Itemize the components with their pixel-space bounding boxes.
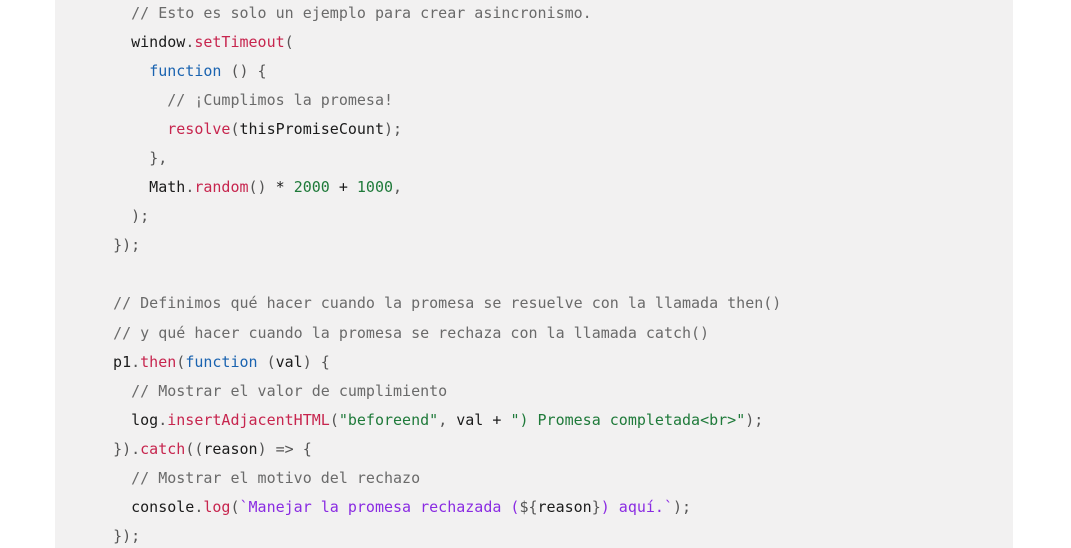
code-token-punct: ); (384, 119, 403, 138)
code-token-punct: ( (230, 498, 240, 517)
code-token-punct: }); (113, 527, 141, 546)
code-line: // Definimos qué hacer cuando la promesa… (95, 289, 781, 318)
code-line: }); (95, 522, 781, 548)
code-token-comment: // Mostrar el valor de cumplimiento (131, 381, 448, 400)
code-line: resolve(thisPromiseCount); (95, 115, 781, 144)
code-token-punct: } (591, 498, 601, 517)
code-token-punct: ( (266, 352, 276, 371)
code-token-punct: ( (329, 410, 339, 429)
code-token-plain: thisPromiseCount (239, 119, 385, 138)
code-token-function: insertAdjacentHTML (167, 410, 330, 429)
code-token-punct: , (393, 178, 403, 197)
code-token-punct: () { (230, 61, 267, 80)
code-line: // Esto es solo un ejemplo para crear as… (95, 0, 781, 28)
code-token-comment: // Mostrar el motivo del rechazo (131, 469, 421, 487)
code-token-punct: ( (230, 119, 240, 138)
code-line: Math.random() * 2000 + 1000, (95, 173, 781, 202)
code-content: // Esto es solo un ejemplo para crear as… (95, 0, 781, 548)
code-token-punct: }) (113, 439, 132, 458)
code-line: log.insertAdjacentHTML("beforeend", val … (95, 406, 781, 435)
code-token-punct: }, (149, 148, 168, 167)
code-token-comment: // Esto es solo un ejemplo para crear as… (131, 3, 592, 22)
code-token-plain: val (456, 410, 484, 429)
code-token-plain: p1 (95, 352, 132, 371)
code-token-punct: , (438, 410, 457, 429)
code-token-function: resolve (167, 119, 231, 138)
code-block: // Esto es solo un ejemplo para crear as… (55, 0, 1013, 548)
code-line: // Mostrar el valor de cumplimiento (95, 377, 781, 406)
code-token-punct: . (185, 178, 195, 197)
code-token-plain: reason (537, 498, 592, 517)
code-token-plain: log (95, 410, 159, 429)
code-line: console.log(`Manejar la promesa rechazad… (95, 493, 781, 522)
code-line: window.setTimeout( (95, 28, 781, 57)
code-token-punct: ); (673, 498, 692, 517)
code-token-number: 2000 (293, 178, 330, 197)
code-token-plain: * (266, 178, 294, 197)
code-token-punct: . (131, 439, 141, 458)
code-token-function: setTimeout (194, 32, 285, 51)
code-token-punct: ${ (519, 498, 538, 517)
code-token-punct: ) => { (257, 439, 312, 458)
code-token-punct: . (131, 352, 141, 371)
code-token-plain: + (329, 178, 357, 197)
code-line: function () { (95, 57, 781, 86)
code-token-punct: }); (113, 236, 141, 255)
code-token-string: ") Promesa completada<br>" (510, 410, 746, 429)
code-token-punct: () (248, 178, 267, 197)
code-token-function: then (140, 352, 177, 371)
code-token-comment: // Definimos qué hacer cuando la promesa… (113, 294, 782, 313)
code-token-punct: ) { (302, 352, 330, 371)
code-token-punct: ( (176, 352, 186, 371)
code-token-punct: . (185, 32, 195, 51)
code-line: // Mostrar el motivo del rechazo (95, 464, 781, 493)
code-token-plain: reason (203, 439, 258, 458)
code-token-punct: ( (284, 32, 294, 51)
code-token-punct: . (158, 410, 168, 429)
code-token-string: "beforeend" (338, 410, 439, 429)
code-token-keyword: function (149, 61, 222, 80)
code-token-punct: (( (185, 439, 204, 458)
code-token-plain: window (95, 32, 186, 51)
code-token-template: `Manejar la promesa rechazada ( (239, 498, 520, 517)
code-line: ); (95, 202, 781, 231)
code-line: }, (95, 144, 781, 173)
code-token-comment: // y qué hacer cuando la promesa se rech… (113, 323, 710, 342)
code-token-template: ) aquí.` (600, 498, 673, 517)
code-token-number: 1000 (356, 178, 394, 197)
code-token-plain: console (95, 498, 195, 517)
code-token-punct: ); (131, 207, 150, 226)
code-token-function: log (203, 498, 231, 517)
code-token-keyword: function (185, 352, 258, 371)
code-line: p1.then(function (val) { (95, 348, 781, 377)
code-token-plain: + (483, 410, 511, 429)
code-token-function: catch (140, 439, 186, 458)
code-line: }); (95, 231, 781, 260)
code-token-comment: // ¡Cumplimos la promesa! (167, 90, 394, 109)
code-line: // y qué hacer cuando la promesa se rech… (95, 319, 781, 348)
code-token-plain: Math (95, 178, 186, 197)
code-line: // ¡Cumplimos la promesa! (95, 86, 781, 115)
code-token-function: random (194, 178, 249, 197)
code-line: }).catch((reason) => { (95, 435, 781, 464)
code-token-punct: ); (745, 410, 764, 429)
code-token-plain: val (275, 352, 303, 371)
